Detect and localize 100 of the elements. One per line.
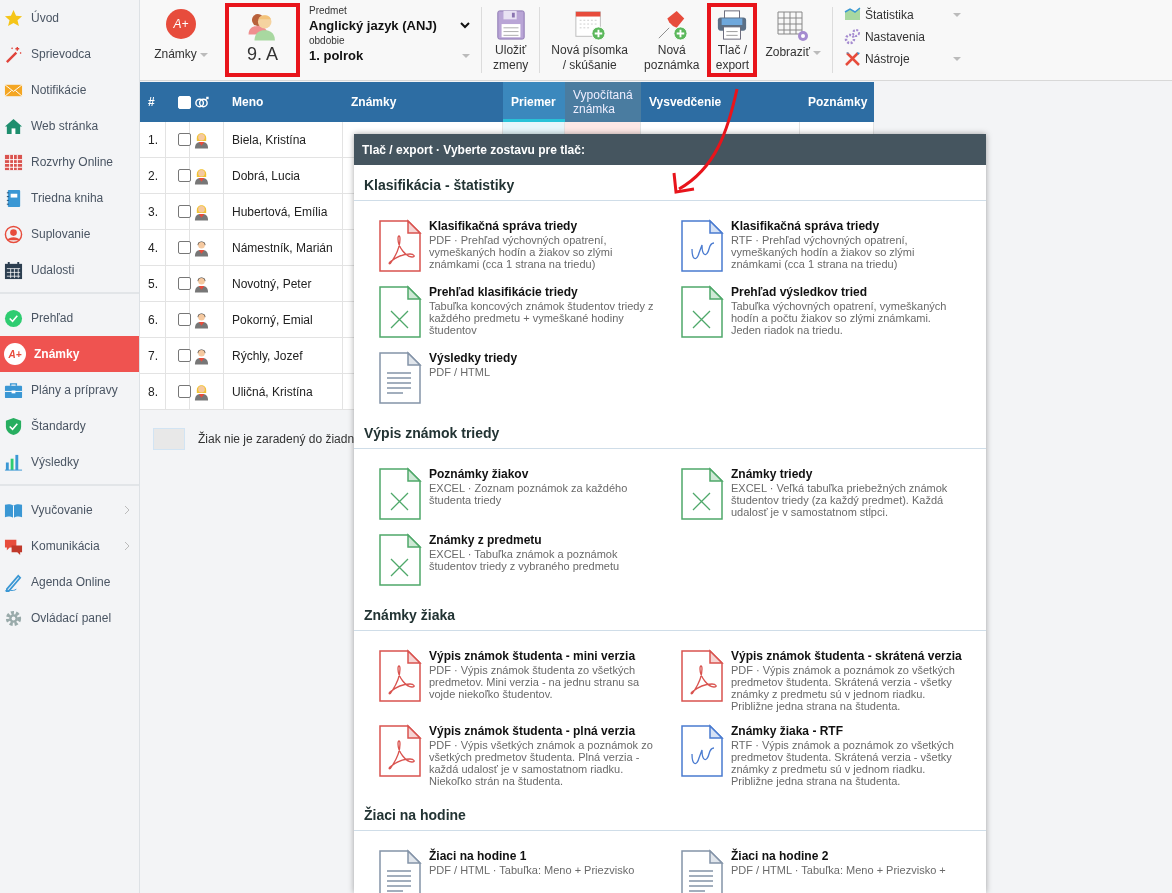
grades-menu-button[interactable]: A+ Známky bbox=[140, 3, 222, 77]
report-link[interactable]: Výpis známok študenta - mini verzia bbox=[429, 649, 659, 664]
star-icon bbox=[4, 8, 23, 28]
subject-dropdown[interactable]: Anglický jazyk (ANJ) bbox=[309, 17, 470, 35]
sidebar-item[interactable]: Triedna kniha bbox=[0, 180, 139, 216]
sidebar-item[interactable]: Prehľad bbox=[0, 300, 139, 336]
bar-chart-icon bbox=[4, 452, 23, 472]
checkbox[interactable] bbox=[178, 205, 191, 218]
sidebar-item[interactable]: Komunikácia bbox=[0, 528, 139, 564]
file-icon bbox=[680, 467, 724, 521]
column-header[interactable]: Známky bbox=[343, 82, 503, 122]
toolbar-button[interactable]: Tlač / export bbox=[707, 3, 758, 77]
field-label: obdobie bbox=[309, 35, 346, 47]
file-icon bbox=[680, 219, 724, 273]
checkbox[interactable] bbox=[178, 169, 191, 182]
sidebar-item[interactable]: Ovládací panel bbox=[0, 600, 139, 636]
legend-text: Žiak nie je zaradený do žiadn bbox=[198, 432, 355, 446]
calendar-add-icon bbox=[572, 9, 607, 41]
toolbar-button[interactable]: Zobraziť bbox=[757, 3, 829, 77]
male-student-icon bbox=[194, 238, 209, 257]
menu-item[interactable]: Nástroje bbox=[843, 49, 961, 68]
period-dropdown[interactable]: 1. polrok bbox=[309, 47, 470, 65]
house-icon bbox=[4, 116, 23, 136]
report-link[interactable]: Prehľad výsledkov tried bbox=[731, 285, 961, 300]
report-link[interactable]: Výpis známok študenta - plná verzia bbox=[429, 724, 659, 739]
report-description: EXCEL · Tabuľka známok a poznámok študentov triedy z vybraného predmetu bbox=[429, 548, 621, 572]
calendar-grid-icon bbox=[4, 152, 23, 172]
report-link[interactable]: Výpis známok študenta - skrátená verzia bbox=[731, 649, 961, 664]
file-icon bbox=[378, 724, 422, 778]
female-student-icon bbox=[194, 166, 209, 185]
sidebar-item[interactable]: Úvod bbox=[0, 0, 139, 36]
menu-item[interactable]: Štatistika bbox=[843, 5, 961, 24]
file-icon bbox=[378, 351, 422, 405]
table-cell: 3. bbox=[140, 194, 166, 229]
checkbox[interactable] bbox=[178, 313, 191, 326]
sidebar-item[interactable]: Agenda Online bbox=[0, 564, 139, 600]
report-description: EXCEL · Veľká tabuľka priebežných známok študentov triedy (za každý predmet). Každá udalosť je v samostatnom stĺpci. bbox=[731, 482, 949, 518]
sidebar-item[interactable]: Štandardy bbox=[0, 408, 139, 444]
dialog-title: Tlač / export · Vyberte zostavu pre tlač: bbox=[354, 134, 986, 165]
legend-swatch bbox=[153, 428, 185, 450]
magic-wand-icon bbox=[4, 44, 23, 64]
sidebar-item[interactable]: Vyučovanie bbox=[0, 492, 139, 528]
check-circle-icon bbox=[4, 308, 23, 328]
sidebar-item[interactable]: Web stránka bbox=[0, 108, 139, 144]
checkbox[interactable] bbox=[178, 133, 191, 146]
section-heading: Klasifikácia - štatistiky bbox=[354, 165, 986, 201]
report-link[interactable]: Výsledky triedy bbox=[429, 351, 659, 366]
report-link[interactable]: Známky z predmetu bbox=[429, 533, 659, 548]
sidebar-item[interactable]: A+ Známky bbox=[0, 336, 139, 372]
report-description: PDF · Výpis známok a poznámok zo všetkých predmetov študenta. Skrátená verzia - všetky známky z predmetu sú v jednom riadku. Približne jedna strana na študenta. bbox=[731, 664, 956, 712]
report-description: Tabuľka koncových známok študentov triedy z každého predmetu + vymeškané hodiny študentov bbox=[429, 300, 655, 336]
report-link[interactable]: Známky žiaka - RTF bbox=[731, 724, 961, 739]
table-cell: 7. bbox=[140, 338, 166, 373]
report-link[interactable]: Žiaci na hodine 2 bbox=[731, 849, 961, 864]
female-student-icon bbox=[194, 202, 209, 221]
sidebar-item[interactable]: Rozvrhy Online bbox=[0, 144, 139, 180]
toolbar-button[interactable]: Nová poznámka bbox=[636, 3, 708, 77]
checkbox[interactable] bbox=[178, 277, 191, 290]
report-link[interactable]: Prehľad klasifikácie triedy bbox=[429, 285, 659, 300]
sidebar-item[interactable]: Suplovanie bbox=[0, 216, 139, 252]
column-header[interactable]: Vysvedčenie bbox=[641, 82, 800, 122]
column-header[interactable]: # bbox=[140, 82, 166, 122]
menu-item[interactable]: Nastavenia bbox=[843, 27, 961, 46]
column-header[interactable]: Poznámky bbox=[800, 82, 874, 122]
sidebar-item[interactable]: Sprievodca bbox=[0, 36, 139, 72]
checkbox[interactable] bbox=[178, 385, 191, 398]
checkbox[interactable] bbox=[178, 349, 191, 362]
sidebar-item[interactable]: Udalosti bbox=[0, 252, 139, 288]
table-cell: Dobrá, Lucia bbox=[224, 158, 343, 193]
column-header[interactable]: Vypočítaná známka bbox=[565, 82, 641, 122]
toolbar-button[interactable]: Nová písomka / skúšanie bbox=[543, 3, 637, 77]
file-icon bbox=[378, 285, 422, 339]
class-selector[interactable]: 9. A bbox=[225, 3, 300, 77]
pen-icon bbox=[4, 572, 23, 592]
sidebar-item[interactable]: Notifikácie bbox=[0, 72, 139, 108]
gears-icon bbox=[843, 28, 861, 45]
male-student-icon bbox=[194, 274, 209, 293]
calendar-icon bbox=[4, 260, 23, 280]
person-icon bbox=[4, 224, 23, 244]
report-link[interactable]: Žiaci na hodine 1 bbox=[429, 849, 659, 864]
report-link[interactable]: Klasifikačná správa triedy bbox=[731, 219, 961, 234]
sidebar-item[interactable]: Plány a prípravy bbox=[0, 372, 139, 408]
toolbar-button[interactable]: Uložiť zmeny bbox=[485, 3, 537, 77]
area-chart-icon bbox=[843, 6, 861, 23]
male-student-icon bbox=[194, 346, 209, 365]
report-link[interactable]: Poznámky žiakov bbox=[429, 467, 659, 482]
table-cell: 8. bbox=[140, 374, 166, 409]
column-header[interactable]: Meno bbox=[224, 82, 343, 122]
column-header[interactable]: Priemer bbox=[503, 82, 565, 122]
female-student-icon bbox=[194, 382, 209, 401]
male-student-icon bbox=[194, 310, 209, 329]
file-icon bbox=[378, 649, 422, 703]
file-icon bbox=[378, 467, 422, 521]
report-link[interactable]: Klasifikačná správa triedy bbox=[429, 219, 659, 234]
table-cell: Námestník, Marián bbox=[224, 230, 343, 265]
chevron-down-icon bbox=[460, 22, 470, 30]
checkbox[interactable] bbox=[178, 241, 191, 254]
report-link[interactable]: Známky triedy bbox=[731, 467, 961, 482]
sidebar-item[interactable]: Výsledky bbox=[0, 444, 139, 480]
report-description: RTF · Prehľad výchovných opatrení, vymeškaných hodín a žiakov so zlými známkami (cca 1 strana na triedu) bbox=[731, 234, 916, 270]
